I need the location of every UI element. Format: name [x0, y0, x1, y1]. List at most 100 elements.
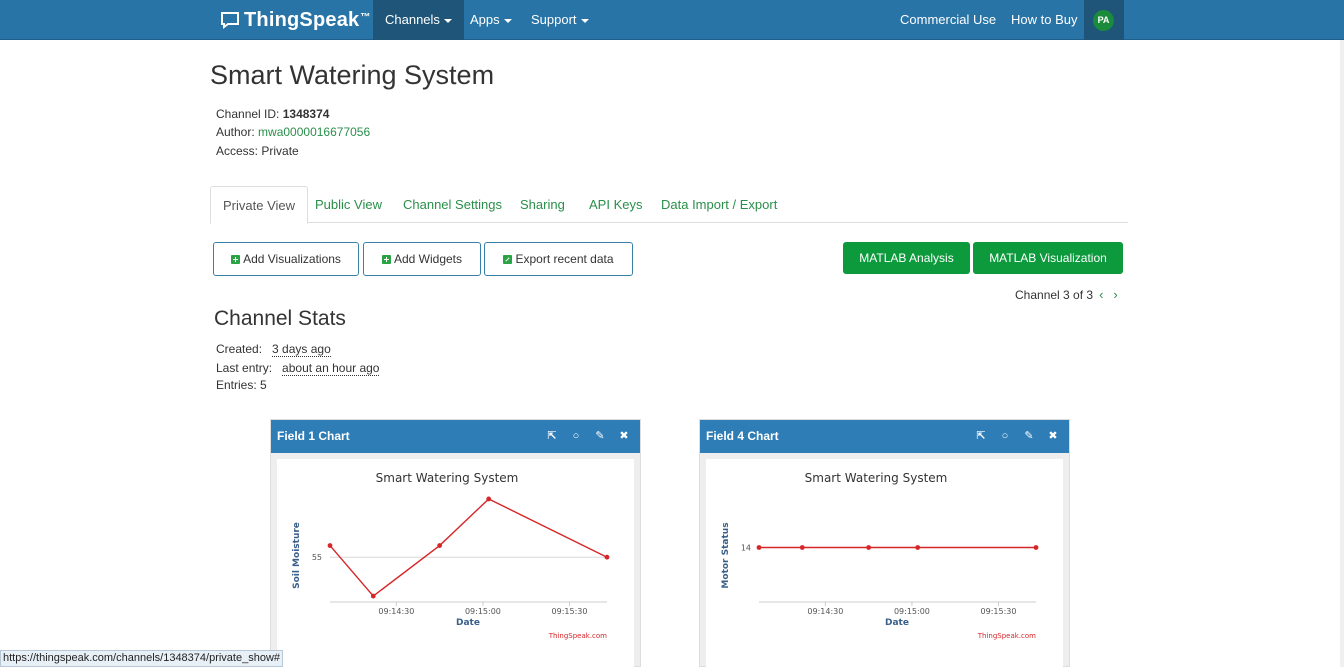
data-point	[756, 545, 762, 550]
panel-actions: ⇱ ○ ✎ ✖	[546, 420, 630, 453]
field-4-chart-panel: Field 4 Chart ⇱ ○ ✎ ✖ Smart Watering Sys…	[699, 419, 1070, 668]
data-point	[370, 593, 376, 599]
close-icon[interactable]: ✖	[618, 420, 630, 453]
nav-how-to-buy[interactable]: How to Buy	[999, 0, 1089, 40]
panel-actions: ⇱ ○ ✎ ✖	[975, 420, 1059, 453]
top-navbar: ThingSpeak ™ Channels Apps Support Commer…	[0, 0, 1344, 40]
data-point	[915, 545, 921, 550]
export-recent-data-button[interactable]: Export recent data	[484, 242, 633, 276]
stat-last-entry-label: Last entry:	[216, 361, 273, 375]
pencil-icon[interactable]: ✎	[1023, 420, 1035, 453]
stat-last-entry-value: about an hour ago	[282, 361, 380, 376]
external-link-icon	[503, 254, 513, 264]
panel-header: Field 1 Chart ⇱ ○ ✎ ✖	[271, 420, 640, 453]
chart-area: Smart Watering System 14 09:14:30 09:15:00 0…	[706, 459, 1063, 668]
author-link[interactable]: mwa0000016677056	[258, 125, 370, 139]
export-recent-data-label: Export recent data	[515, 252, 614, 266]
caret-down-icon	[503, 18, 512, 23]
stat-entries-value: 5	[260, 378, 267, 392]
chart-area: Smart Watering System 55 09:14:30 09:15:00 0…	[277, 459, 634, 668]
chart-credit: ThingSpeak.com	[977, 632, 1036, 640]
pencil-icon[interactable]: ✎	[594, 420, 606, 453]
avatar: PA	[1093, 10, 1114, 31]
x-tick-label: 09:14:30	[807, 607, 843, 616]
stat-entries-label: Entries:	[216, 378, 257, 392]
x-axis-label: Date	[456, 618, 480, 628]
brand-trademark: ™	[360, 11, 371, 23]
add-visualizations-label: Add Visualizations	[243, 252, 341, 266]
account-menu[interactable]: PA	[1084, 0, 1124, 40]
channel-pager: Channel 3 of 3 ‹ ›	[1015, 287, 1118, 302]
nav-support-label: Support	[531, 12, 577, 27]
channel-stats-title: Channel Stats	[214, 307, 346, 330]
y-tick-label: 14	[741, 544, 751, 553]
plus-square-icon	[381, 254, 391, 264]
add-widgets-label: Add Widgets	[393, 252, 463, 266]
data-point	[327, 543, 333, 548]
comment-icon[interactable]: ○	[570, 420, 582, 453]
stat-entries: Entries: 5	[216, 378, 267, 392]
panel-title: Field 4 Chart	[706, 429, 779, 443]
x-tick-label: 09:15:00	[894, 607, 930, 616]
tab-channel-settings[interactable]: Channel Settings	[391, 186, 514, 223]
panel-title: Field 1 Chart	[277, 429, 350, 443]
open-external-icon[interactable]: ⇱	[975, 420, 987, 453]
access-row: Access: Private	[216, 144, 299, 158]
x-tick-label: 09:15:00	[465, 607, 501, 616]
data-point	[437, 543, 443, 548]
chevron-left-icon[interactable]: ‹	[1099, 287, 1103, 302]
chevron-right-icon[interactable]: ›	[1113, 287, 1117, 302]
chart-title: Smart Watering System	[376, 471, 519, 485]
close-icon[interactable]: ✖	[1047, 420, 1059, 453]
y-axis-label: Motor Status	[721, 522, 731, 588]
speech-bubble-icon	[221, 12, 239, 29]
caret-down-icon	[443, 18, 452, 23]
tab-private-view[interactable]: Private View	[210, 186, 309, 224]
tab-sharing[interactable]: Sharing	[508, 186, 577, 223]
channel-pager-label: Channel 3 of 3	[1015, 288, 1094, 302]
data-point	[604, 554, 610, 560]
vertical-scrollbar[interactable]	[1340, 40, 1344, 667]
field-1-chart-panel: Field 1 Chart ⇱ ○ ✎ ✖ Smart Watering Sys…	[270, 419, 641, 668]
brand-logo[interactable]: ThingSpeak ™	[220, 7, 371, 33]
x-tick-label: 09:15:30	[981, 607, 1017, 616]
plus-square-icon	[231, 254, 241, 264]
stat-created: Created: 3 days ago	[216, 342, 331, 357]
matlab-analysis-button[interactable]: MATLAB Analysis	[843, 242, 970, 274]
chart-credit: ThingSpeak.com	[548, 632, 607, 640]
tab-public-view[interactable]: Public View	[303, 186, 394, 223]
add-widgets-button[interactable]: Add Widgets	[363, 242, 481, 276]
stat-last-entry: Last entry: about an hour ago	[216, 361, 380, 376]
author-label: Author:	[216, 125, 255, 139]
nav-apps[interactable]: Apps	[458, 0, 524, 40]
matlab-visualization-button[interactable]: MATLAB Visualization	[973, 242, 1123, 274]
add-visualizations-button[interactable]: Add Visualizations	[213, 242, 359, 276]
tab-data-import-export[interactable]: Data Import / Export	[649, 186, 789, 223]
series-line	[329, 498, 608, 598]
x-tick-label: 09:14:30	[378, 607, 414, 616]
data-point	[1033, 545, 1039, 550]
page-title: Smart Watering System	[210, 60, 495, 90]
channel-id-value: 1348374	[282, 107, 330, 121]
data-point	[486, 496, 492, 502]
open-external-icon[interactable]: ⇱	[546, 420, 558, 453]
data-point	[799, 545, 805, 550]
chart-title: Smart Watering System	[805, 471, 948, 485]
channel-id-row: Channel ID: 1348374	[216, 107, 329, 121]
nav-channels[interactable]: Channels	[373, 0, 464, 40]
nav-support[interactable]: Support	[519, 0, 601, 40]
stat-created-value: 3 days ago	[272, 342, 331, 357]
comment-icon[interactable]: ○	[999, 420, 1011, 453]
field-4-line-chart: Smart Watering System 14 09:14:30 09:15:00 0…	[721, 471, 1039, 640]
tab-api-keys[interactable]: API Keys	[577, 186, 654, 223]
channel-id-label: Channel ID:	[216, 107, 280, 121]
x-tick-label: 09:15:30	[552, 607, 588, 616]
brand-name: ThingSpeak	[244, 8, 360, 31]
author-row: Author: mwa0000016677056	[216, 125, 370, 139]
stat-created-label: Created:	[216, 342, 263, 356]
field-1-line-chart: Smart Watering System 55 09:14:30 09:15:00 0…	[292, 471, 610, 640]
panel-header: Field 4 Chart ⇱ ○ ✎ ✖	[700, 420, 1069, 453]
caret-down-icon	[580, 18, 589, 23]
nav-commercial-use[interactable]: Commercial Use	[888, 0, 1008, 40]
y-tick-label: 55	[312, 553, 322, 562]
